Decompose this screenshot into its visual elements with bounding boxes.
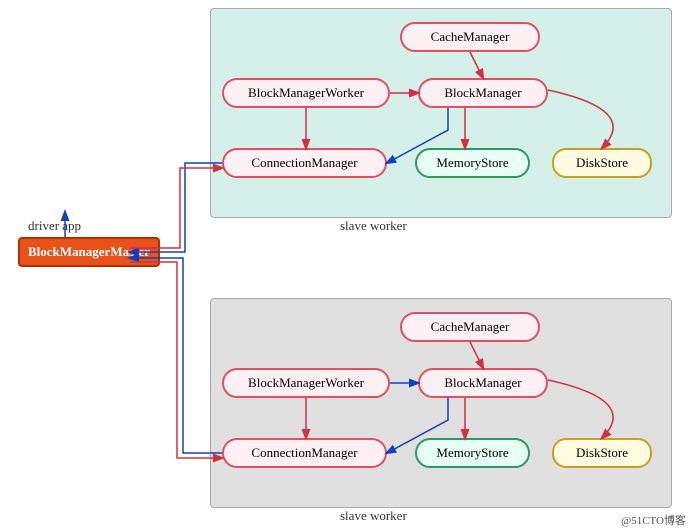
bot-cache-manager: CacheManager [400,312,540,342]
diagram: slave worker slave worker driver app Blo… [0,0,692,532]
top-panel-label: slave worker [340,218,407,234]
bot-block-manager-worker: BlockManagerWorker [222,368,390,398]
bot-connection-manager: ConnectionManager [222,438,387,468]
block-manager-master: BlockManagerMaster [18,237,160,267]
bottom-panel-label: slave worker [340,508,407,524]
top-cache-manager: CacheManager [400,22,540,52]
driver-label: driver app [28,218,81,234]
bot-block-manager: BlockManager [418,368,548,398]
top-memory-store: MemoryStore [415,148,530,178]
top-block-manager: BlockManager [418,78,548,108]
watermark: @51CTO博客 [621,512,686,528]
top-connection-manager: ConnectionManager [222,148,387,178]
bot-disk-store: DiskStore [552,438,652,468]
bot-memory-store: MemoryStore [415,438,530,468]
top-disk-store: DiskStore [552,148,652,178]
top-block-manager-worker: BlockManagerWorker [222,78,390,108]
